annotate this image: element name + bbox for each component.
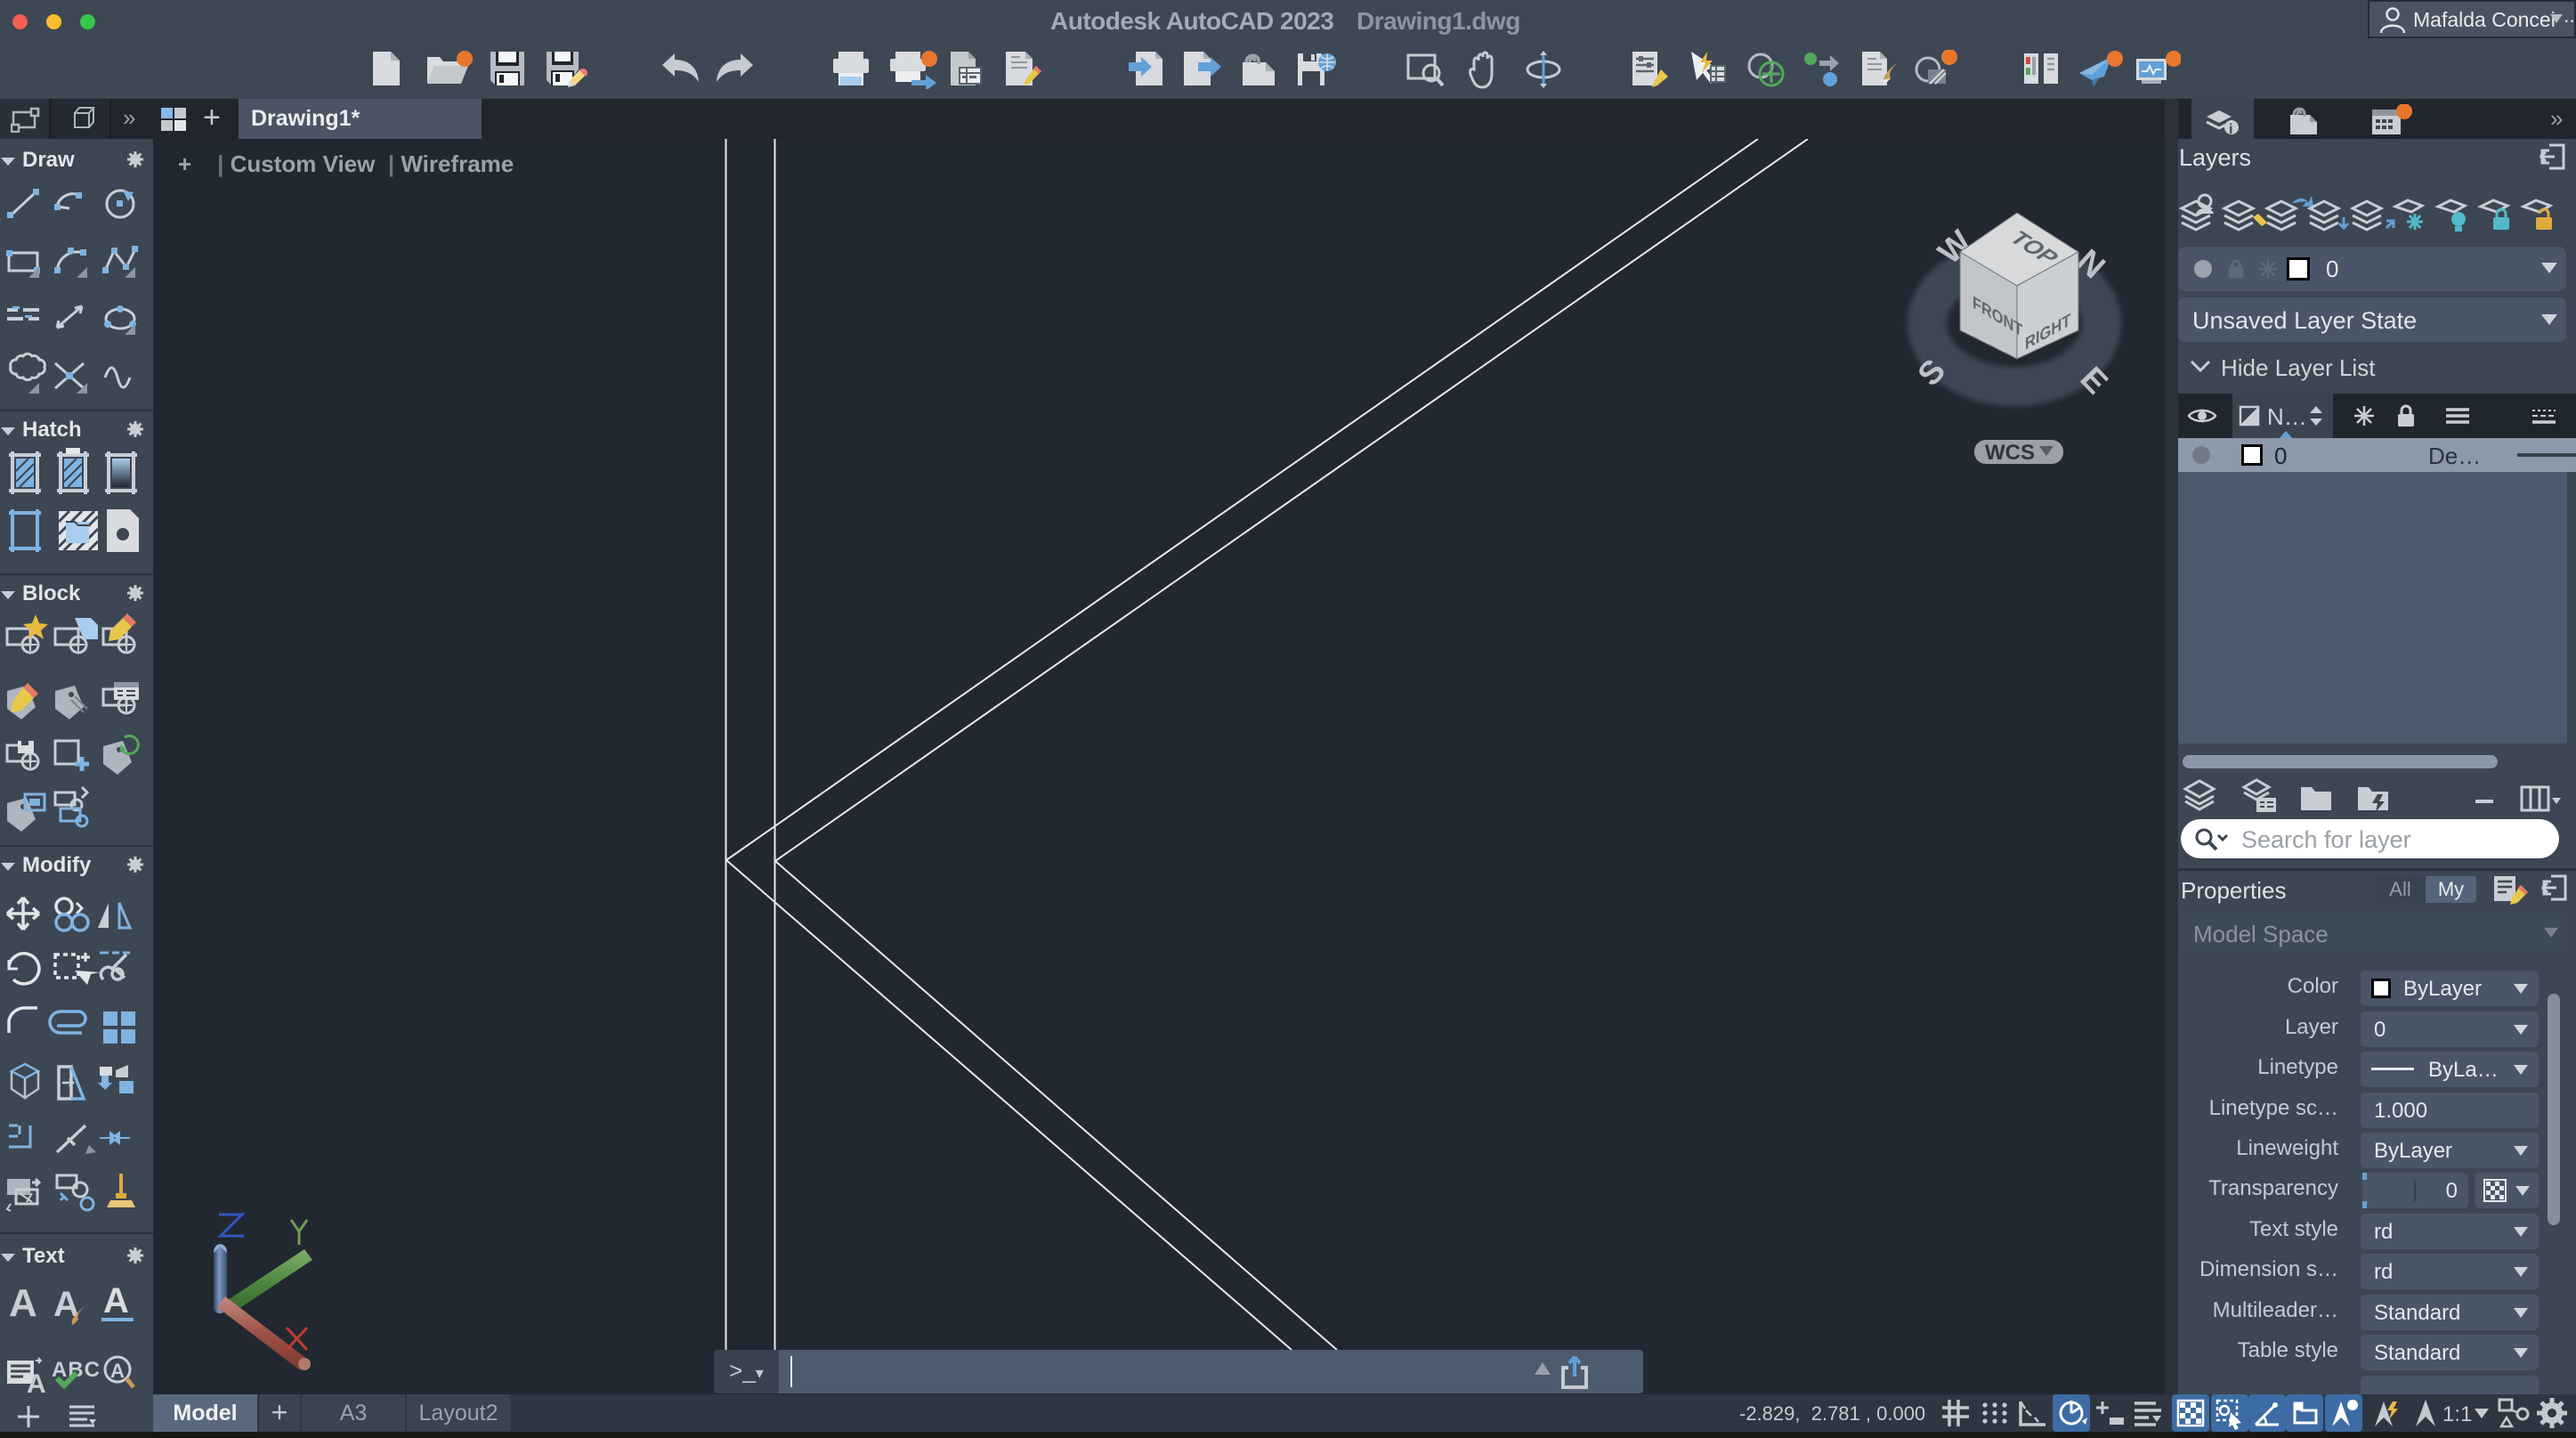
svg-text:i: i (2229, 122, 2232, 134)
svg-text:A: A (110, 1360, 125, 1382)
svg-text:Modify: Modify (22, 853, 92, 877)
svg-text:Block: Block (22, 581, 81, 605)
svg-text:WCS: WCS (1985, 441, 2035, 465)
svg-text:Draw: Draw (22, 148, 75, 172)
svg-text:A: A (9, 1281, 37, 1325)
svg-text:A: A (103, 1281, 129, 1320)
svg-text:A: A (27, 1369, 46, 1399)
svg-text:Text: Text (22, 1244, 65, 1268)
svg-text:Hatch: Hatch (22, 418, 82, 442)
